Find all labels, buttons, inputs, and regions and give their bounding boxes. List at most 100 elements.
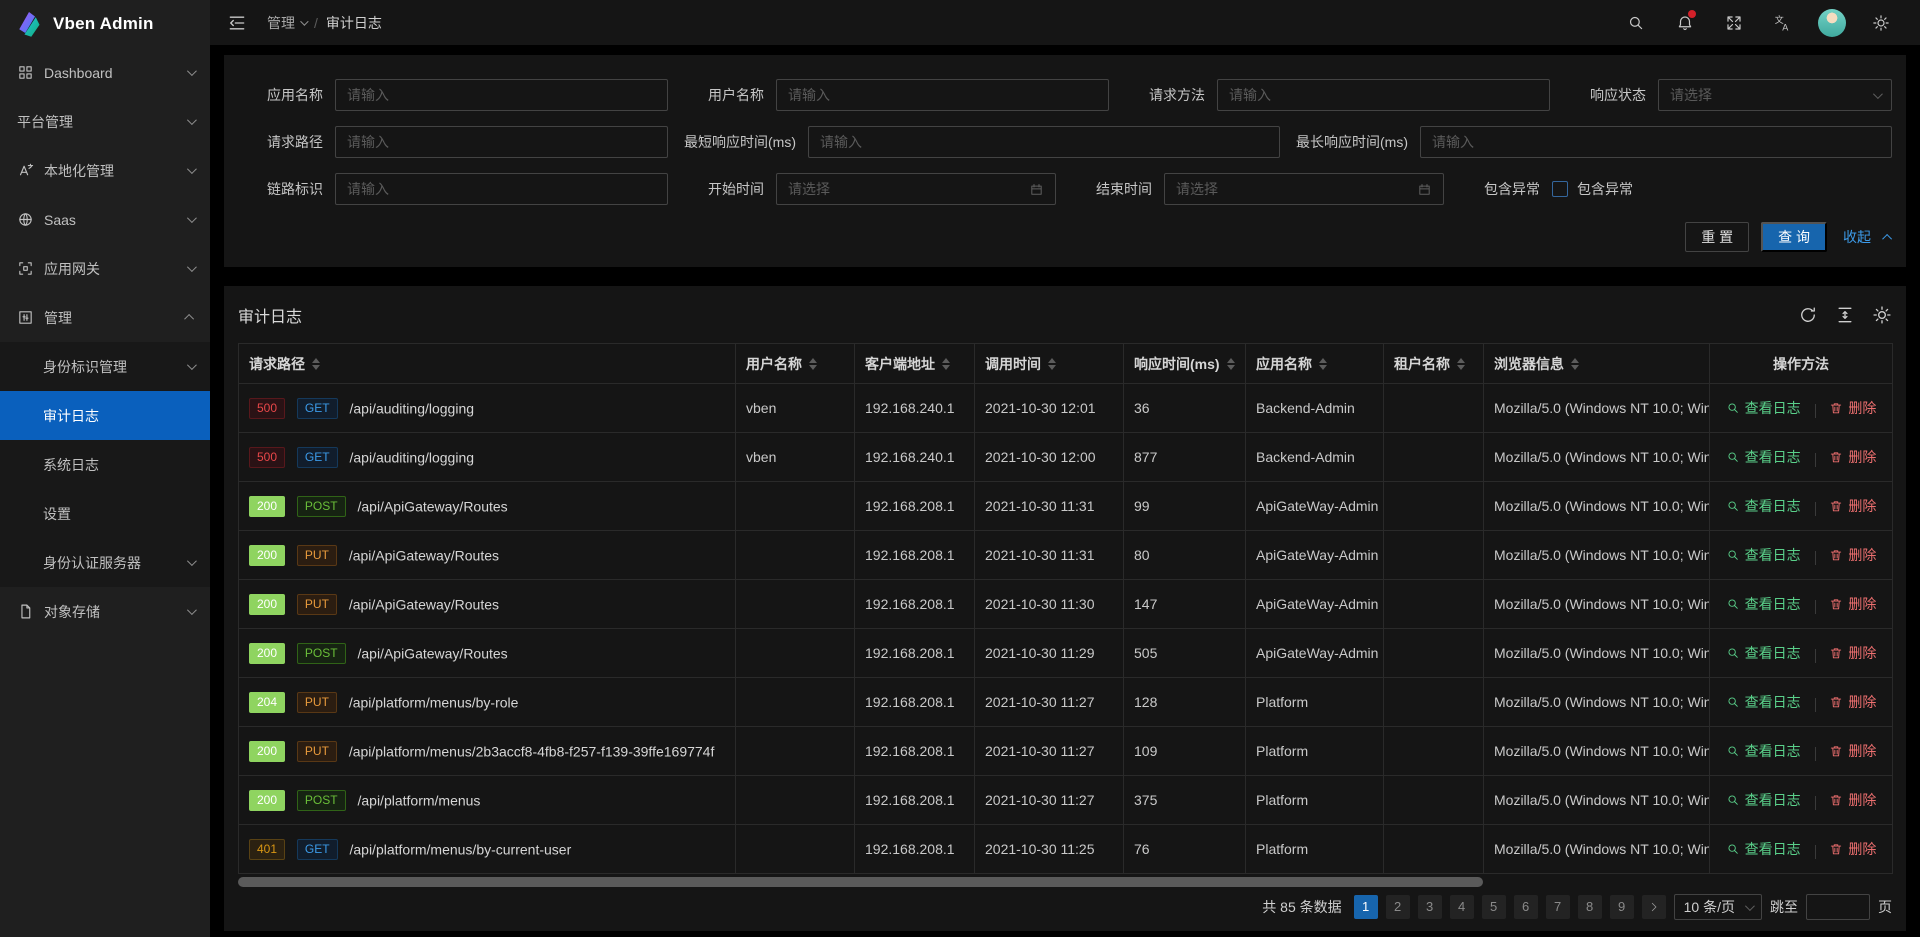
reset-button[interactable]: 重 置: [1685, 222, 1749, 252]
table-row[interactable]: 200 PUT /api/ApiGateway/Routes 192.168.2…: [239, 580, 1893, 629]
trace-id-input[interactable]: [335, 173, 668, 205]
page-button-4[interactable]: 4: [1450, 895, 1474, 919]
user-name-input[interactable]: [776, 79, 1109, 111]
sidebar-item-对象存储[interactable]: 对象存储: [0, 587, 210, 636]
sort-icon[interactable]: [1319, 358, 1327, 370]
page-size-select[interactable]: 10 条/页: [1674, 894, 1762, 920]
min-response-time-input[interactable]: [808, 126, 1280, 158]
table-row[interactable]: 200 POST /api/ApiGateway/Routes 192.168.…: [239, 482, 1893, 531]
menu-fold-icon[interactable]: [227, 13, 247, 33]
view-log-button[interactable]: 查看日志: [1726, 741, 1801, 761]
breadcrumb-root[interactable]: 管理: [267, 13, 306, 33]
column-header-1[interactable]: 请求路径: [239, 344, 736, 384]
column-header-7[interactable]: 租户名称: [1384, 344, 1484, 384]
view-log-label: 查看日志: [1745, 496, 1801, 516]
delete-button[interactable]: 删除: [1829, 496, 1876, 516]
storage-icon: [17, 603, 34, 620]
delete-button[interactable]: 删除: [1829, 741, 1876, 761]
column-header-3[interactable]: 客户端地址: [855, 344, 975, 384]
sort-icon[interactable]: [942, 358, 950, 370]
response-status-select[interactable]: 请选择: [1658, 79, 1892, 111]
sidebar-item-身份标识管理[interactable]: 身份标识管理: [0, 342, 210, 391]
delete-button[interactable]: 删除: [1829, 447, 1876, 467]
app-name-input[interactable]: [335, 79, 668, 111]
column-header-4[interactable]: 调用时间: [975, 344, 1124, 384]
sidebar-item-平台管理[interactable]: 平台管理: [0, 97, 210, 146]
table-row[interactable]: 401 GET /api/platform/menus/by-current-u…: [239, 825, 1893, 874]
view-log-button[interactable]: 查看日志: [1726, 594, 1801, 614]
sort-icon[interactable]: [1571, 358, 1579, 370]
sidebar-item-系统日志[interactable]: 系统日志: [0, 440, 210, 489]
view-log-button[interactable]: 查看日志: [1726, 496, 1801, 516]
scrollbar-thumb[interactable]: [238, 877, 1483, 887]
delete-button[interactable]: 删除: [1829, 839, 1876, 859]
table-row[interactable]: 200 POST /api/ApiGateway/Routes 192.168.…: [239, 629, 1893, 678]
bell-icon[interactable]: [1666, 4, 1704, 42]
page-button-3[interactable]: 3: [1418, 895, 1442, 919]
delete-button[interactable]: 删除: [1829, 790, 1876, 810]
app-logo[interactable]: Vben Admin: [0, 0, 210, 48]
delete-button[interactable]: 删除: [1829, 643, 1876, 663]
page-button-7[interactable]: 7: [1546, 895, 1570, 919]
sidebar-item-Saas[interactable]: Saas: [0, 195, 210, 244]
jump-to-input[interactable]: [1806, 894, 1870, 920]
sort-icon[interactable]: [1227, 358, 1235, 370]
view-log-button[interactable]: 查看日志: [1726, 790, 1801, 810]
sidebar-item-审计日志[interactable]: 审计日志: [0, 391, 210, 440]
sort-icon[interactable]: [312, 358, 320, 370]
table-row[interactable]: 500 GET /api/auditing/logging vben 192.1…: [239, 384, 1893, 433]
user-avatar[interactable]: [1813, 4, 1851, 42]
column-header-5[interactable]: 响应时间(ms): [1124, 344, 1246, 384]
request-method-input[interactable]: [1217, 79, 1550, 111]
search-button[interactable]: 查 询: [1761, 222, 1827, 252]
table-row[interactable]: 200 PUT /api/platform/menus/2b3accf8-4fb…: [239, 727, 1893, 776]
delete-button[interactable]: 删除: [1829, 692, 1876, 712]
page-button-5[interactable]: 5: [1482, 895, 1506, 919]
search-icon[interactable]: [1617, 4, 1655, 42]
table-row[interactable]: 204 PUT /api/platform/menus/by-role 192.…: [239, 678, 1893, 727]
start-time-picker[interactable]: 请选择: [776, 173, 1056, 205]
view-log-button[interactable]: 查看日志: [1726, 839, 1801, 859]
gear-icon[interactable]: [1872, 305, 1892, 325]
view-log-button[interactable]: 查看日志: [1726, 447, 1801, 467]
collapse-link[interactable]: 收起: [1843, 227, 1892, 247]
refresh-icon[interactable]: [1798, 305, 1818, 325]
view-log-button[interactable]: 查看日志: [1726, 643, 1801, 663]
user-name-cell: [736, 776, 855, 825]
delete-button[interactable]: 删除: [1829, 545, 1876, 565]
view-log-button[interactable]: 查看日志: [1726, 545, 1801, 565]
max-response-time-input[interactable]: [1420, 126, 1892, 158]
column-header-6[interactable]: 应用名称: [1246, 344, 1384, 384]
sidebar-item-管理[interactable]: 管理: [0, 293, 210, 342]
translate-icon[interactable]: 文A: [1764, 4, 1802, 42]
sort-icon[interactable]: [809, 358, 817, 370]
sidebar-item-应用网关[interactable]: 应用网关: [0, 244, 210, 293]
view-log-button[interactable]: 查看日志: [1726, 398, 1801, 418]
fullscreen-icon[interactable]: [1715, 4, 1753, 42]
page-button-1[interactable]: 1: [1354, 895, 1378, 919]
view-log-button[interactable]: 查看日志: [1726, 692, 1801, 712]
end-time-picker[interactable]: 请选择: [1164, 173, 1444, 205]
sidebar-item-本地化管理[interactable]: 本地化管理: [0, 146, 210, 195]
column-header-8[interactable]: 浏览器信息: [1484, 344, 1710, 384]
gear-icon[interactable]: [1862, 4, 1900, 42]
row-height-icon[interactable]: [1835, 305, 1855, 325]
table-row[interactable]: 200 PUT /api/ApiGateway/Routes 192.168.2…: [239, 531, 1893, 580]
sidebar-item-身份认证服务器[interactable]: 身份认证服务器: [0, 538, 210, 587]
page-button-2[interactable]: 2: [1386, 895, 1410, 919]
page-button-8[interactable]: 8: [1578, 895, 1602, 919]
sort-icon[interactable]: [1457, 358, 1465, 370]
request-path-input[interactable]: [335, 126, 668, 158]
page-button-6[interactable]: 6: [1514, 895, 1538, 919]
column-header-2[interactable]: 用户名称: [736, 344, 855, 384]
table-row[interactable]: 500 GET /api/auditing/logging vben 192.1…: [239, 433, 1893, 482]
sort-icon[interactable]: [1048, 358, 1056, 370]
page-button-9[interactable]: 9: [1610, 895, 1634, 919]
table-row[interactable]: 200 POST /api/platform/menus 192.168.208…: [239, 776, 1893, 825]
has-exception-checkbox[interactable]: [1552, 181, 1568, 197]
sidebar-item-Dashboard[interactable]: Dashboard: [0, 48, 210, 97]
delete-button[interactable]: 删除: [1829, 594, 1876, 614]
sidebar-item-设置[interactable]: 设置: [0, 489, 210, 538]
delete-button[interactable]: 删除: [1829, 398, 1876, 418]
next-page-button[interactable]: [1642, 895, 1666, 919]
